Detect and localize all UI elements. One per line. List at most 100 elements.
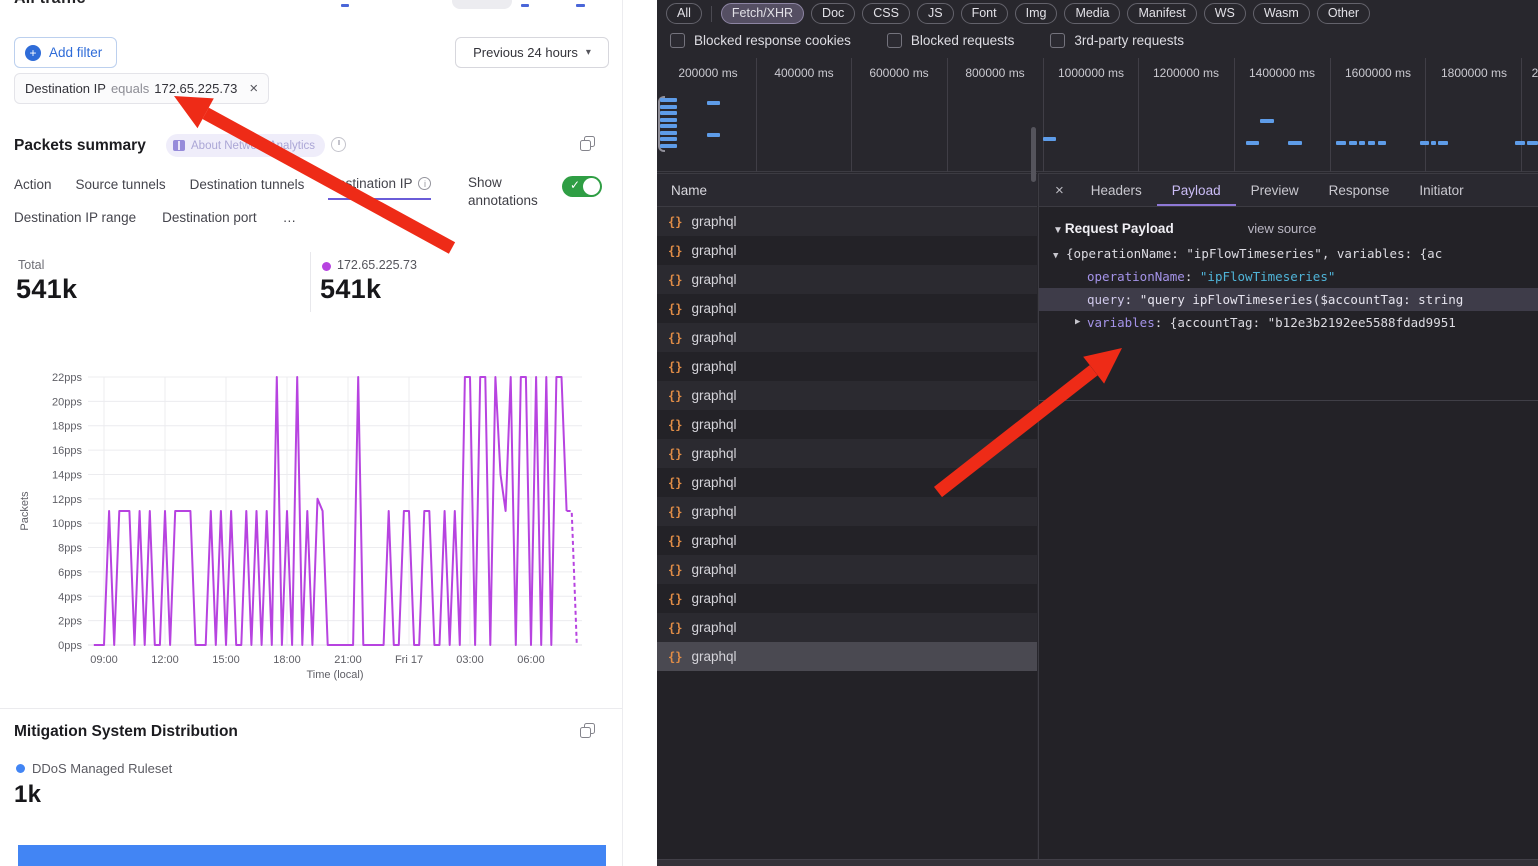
request-name: graphql (691, 272, 736, 287)
expand-card-icon[interactable] (580, 136, 595, 151)
view-source-link[interactable]: view source (1248, 221, 1317, 236)
about-network-analytics-pill[interactable]: About Network Analytics (166, 134, 325, 157)
network-request-row[interactable]: {}graphql (657, 613, 1037, 642)
json-braces-icon: {} (668, 563, 682, 577)
json-braces-icon: {} (668, 447, 682, 461)
checkbox-3rd-party-requests[interactable]: 3rd-party requests (1050, 33, 1184, 48)
close-icon[interactable]: × (1039, 182, 1076, 199)
payload-tree-row[interactable]: ▶variables: {accountTag: "b12e3b2192ee55… (1039, 311, 1538, 334)
expand-card-icon[interactable] (580, 723, 595, 738)
svg-text:Time (local): Time (local) (306, 669, 363, 681)
payload-tree-row[interactable]: operationName: "ipFlowTimeseries" (1039, 265, 1538, 288)
mitigation-title: Mitigation System Distribution (14, 723, 238, 741)
tab-initiator[interactable]: Initiator (1404, 175, 1478, 206)
json-braces-icon: {} (668, 650, 682, 664)
divider (711, 6, 712, 22)
cut-off-header-mark (576, 4, 585, 7)
timeline-tick-label: 1600000 ms (1345, 66, 1411, 80)
tab-destination-ip-range[interactable]: Destination IP range (14, 210, 136, 232)
json-braces-icon: {} (668, 505, 682, 519)
remove-filter-icon[interactable]: × (249, 80, 258, 97)
packets-chart[interactable]: 0pps2pps4pps6pps8pps10pps12pps14pps16pps… (0, 345, 657, 685)
tab-destination-tunnels[interactable]: Destination tunnels (190, 176, 305, 200)
tab-[interactable]: … (283, 210, 297, 232)
network-request-row[interactable]: {}graphql (657, 439, 1037, 468)
timeline-tick-label: 1400000 ms (1249, 66, 1315, 80)
checkbox-box[interactable] (1050, 33, 1065, 48)
request-name: graphql (691, 417, 736, 432)
checkbox-label: Blocked requests (911, 33, 1015, 48)
checkbox-blocked-requests[interactable]: Blocked requests (887, 33, 1015, 48)
filter-pill-doc[interactable]: Doc (811, 3, 855, 24)
json-braces-icon: {} (668, 215, 682, 229)
filter-pill-manifest[interactable]: Manifest (1127, 3, 1196, 24)
filter-pill-wasm[interactable]: Wasm (1253, 3, 1310, 24)
filter-pill-media[interactable]: Media (1064, 3, 1120, 24)
payload-tree-row[interactable]: query: "query ipFlowTimeseries($accountT… (1039, 288, 1538, 311)
scrollbar-thumb[interactable] (1031, 127, 1036, 182)
request-timing-bar (1378, 141, 1386, 145)
filter-pill-all[interactable]: All (666, 3, 702, 24)
plus-icon: + (25, 45, 41, 61)
network-request-row[interactable]: {}graphql (657, 207, 1037, 236)
checkbox-box[interactable] (670, 33, 685, 48)
network-request-row[interactable]: {}graphql (657, 265, 1037, 294)
tab-destination-ip[interactable]: Destination IP (328, 176, 431, 200)
request-filter-checkboxes: Blocked response cookies Blocked requests… (670, 33, 1184, 48)
payload-summary-line[interactable]: ▼ {operationName: "ipFlowTimeseries", va… (1039, 242, 1538, 265)
network-overview-timeline[interactable]: 200000 ms400000 ms600000 ms800000 ms1000… (657, 58, 1538, 172)
checkbox-label: 3rd-party requests (1074, 33, 1184, 48)
network-request-row[interactable]: {}graphql (657, 526, 1037, 555)
network-request-row[interactable]: {}graphql (657, 555, 1037, 584)
filter-pill-js[interactable]: JS (917, 3, 954, 24)
tab-preview[interactable]: Preview (1236, 175, 1314, 206)
checkbox-box[interactable] (887, 33, 902, 48)
tab-action[interactable]: Action (14, 176, 52, 200)
checkbox-blocked-response-cookies[interactable]: Blocked response cookies (670, 33, 851, 48)
filter-pill-font[interactable]: Font (961, 3, 1008, 24)
network-request-row[interactable]: {}graphql (657, 323, 1037, 352)
network-request-row[interactable]: {} graphql (657, 497, 1037, 526)
book-icon (173, 140, 185, 151)
request-timing-bar (660, 124, 677, 128)
network-request-row[interactable]: {}graphql (657, 410, 1037, 439)
toggle-knob (583, 178, 600, 195)
request-timing-bar (660, 137, 677, 141)
checkbox-label: Blocked response cookies (694, 33, 851, 48)
network-request-row[interactable]: {}graphql (657, 236, 1037, 265)
request-timing-bar (1359, 141, 1365, 145)
triangle-right-icon[interactable]: ▶ (1075, 311, 1080, 334)
request-name: graphql (691, 649, 736, 664)
filter-pill-css[interactable]: CSS (862, 3, 910, 24)
tab-source-tunnels[interactable]: Source tunnels (76, 176, 166, 200)
filter-chip[interactable]: Destination IP equals 172.65.225.73 × (14, 73, 269, 104)
payload-value: {accountTag: "b12e3b2192ee5588fdad9951 (1170, 315, 1456, 330)
payload-value: "ipFlowTimeseries" (1200, 269, 1335, 284)
tab-payload[interactable]: Payload (1157, 175, 1236, 206)
network-request-row[interactable]: {} graphql (657, 642, 1037, 671)
filter-pill-img[interactable]: Img (1015, 3, 1058, 24)
devtools-bottom-strip (657, 859, 1538, 866)
network-request-row[interactable]: {}graphql (657, 468, 1037, 497)
filter-pill-other[interactable]: Other (1317, 3, 1370, 24)
network-request-row[interactable]: {}graphql (657, 584, 1037, 613)
tab-destination-port[interactable]: Destination port (162, 210, 257, 232)
request-name: graphql (691, 504, 736, 519)
divider (0, 708, 623, 709)
time-range-dropdown[interactable]: Previous 24 hours ▾ (455, 37, 609, 68)
svg-text:09:00: 09:00 (90, 654, 118, 666)
timeline-separator (1521, 58, 1522, 172)
tab-response[interactable]: Response (1314, 175, 1405, 206)
show-annotations-toggle[interactable]: ✓ (562, 176, 602, 197)
svg-text:21:00: 21:00 (334, 654, 362, 666)
tab-headers[interactable]: Headers (1076, 175, 1157, 206)
name-column-header[interactable]: Name (657, 173, 1037, 207)
json-braces-icon: {} (668, 476, 682, 490)
add-filter-button[interactable]: + Add filter (14, 37, 117, 68)
network-request-row[interactable]: {}graphql (657, 294, 1037, 323)
request-payload-heading[interactable]: ▼Request Payload (1053, 221, 1174, 236)
network-request-row[interactable]: {}graphql (657, 381, 1037, 410)
filter-pill-ws[interactable]: WS (1204, 3, 1246, 24)
filter-pill-fetch-xhr[interactable]: Fetch/XHR (721, 3, 804, 24)
network-request-row[interactable]: {}graphql (657, 352, 1037, 381)
